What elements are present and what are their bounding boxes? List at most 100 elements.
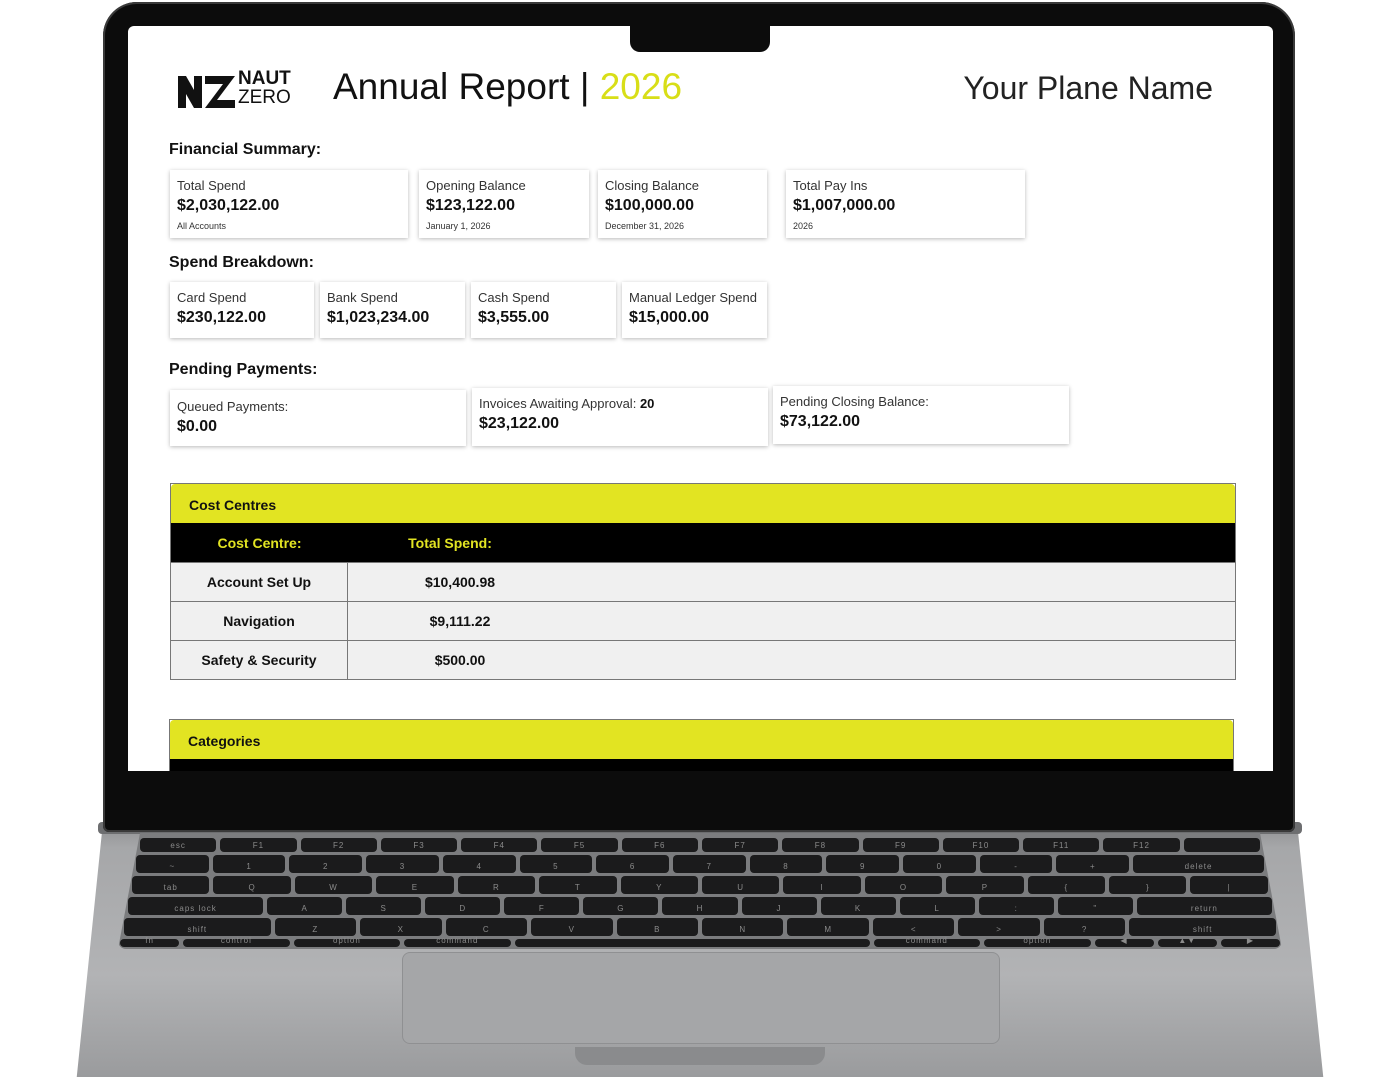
keyboard-key: " bbox=[1057, 897, 1133, 915]
table-row: Account Set Up $10,400.98 bbox=[171, 562, 1235, 601]
plane-name: Your Plane Name bbox=[963, 70, 1213, 106]
keyboard-key: J bbox=[741, 897, 817, 915]
keyboard-row: esc F1 F2 F3 F4 F5 F6 F7 F8 F9 F10 F11 F12 bbox=[140, 838, 1260, 852]
card-value: $23,122.00 bbox=[479, 415, 560, 432]
keyboard-row: shift Z X C V B N M < >? shift bbox=[124, 918, 1276, 936]
row-total-spend: $500.00 bbox=[434, 652, 486, 668]
keyboard-key: L bbox=[899, 897, 975, 915]
row-cost-centre: Safety & Security bbox=[171, 641, 348, 679]
keyboard-key: - bbox=[979, 855, 1053, 873]
row-cost-centre: Account Set Up bbox=[171, 563, 348, 601]
keyboard-key: Q bbox=[213, 876, 291, 894]
keyboard-key: 1 bbox=[212, 855, 286, 873]
brand-top: NAUT bbox=[238, 68, 291, 89]
keyboard-key: O bbox=[864, 876, 943, 894]
keyboard-key: delete bbox=[1133, 855, 1264, 873]
page-title: Annual Report | 2026 bbox=[333, 66, 682, 108]
card-label: Manual Ledger Spend bbox=[629, 290, 757, 305]
categories-header bbox=[170, 759, 1233, 771]
keyboard-key: option bbox=[984, 936, 1091, 947]
keyboard-key: 3 bbox=[366, 855, 439, 873]
row-total-spend: $10,400.98 bbox=[424, 574, 496, 590]
table-header: Cost Centre: Total Spend: bbox=[171, 523, 1235, 562]
keyboard-key: P bbox=[946, 876, 1024, 894]
keyboard-key: K bbox=[820, 897, 896, 915]
cost-centres-title: Cost Centres bbox=[171, 484, 1235, 523]
card-value: $73,122.00 bbox=[780, 413, 861, 430]
manual-ledger-spend-card: Manual Ledger Spend $15,000.00 bbox=[622, 282, 767, 338]
bank-spend-card: Bank Spend $1,023,234.00 bbox=[320, 282, 465, 338]
keyboard-key: H bbox=[662, 897, 738, 915]
card-label: Cash Spend bbox=[478, 290, 550, 305]
invoice-count: 20 bbox=[639, 396, 655, 411]
keyboard-key: W bbox=[294, 876, 373, 894]
keyboard-key: C bbox=[445, 918, 528, 936]
total-spend-card: Total Spend $2,030,122.00 All Accounts bbox=[170, 170, 408, 238]
card-label: Queued Payments: bbox=[177, 399, 289, 414]
brand-bottom: ZERO bbox=[238, 87, 291, 108]
keyboard-key: Y bbox=[620, 876, 698, 894]
card-value: $15,000.00 bbox=[629, 309, 710, 326]
keyboard-key: ~ bbox=[136, 855, 209, 873]
keyboard-key: F12 bbox=[1103, 838, 1180, 852]
card-spend-card: Card Spend $230,122.00 bbox=[170, 282, 314, 338]
laptop-lip bbox=[575, 1047, 825, 1065]
keyboard-key: < bbox=[872, 918, 955, 936]
card-sub: December 31, 2026 bbox=[605, 221, 685, 231]
card-value: $0.00 bbox=[177, 418, 218, 435]
financial-summary-heading: Financial Summary: bbox=[169, 141, 322, 158]
keyboard-key: S bbox=[346, 897, 422, 915]
laptop-screen: NAUT ZERO Annual Report | 2026 Your Plan… bbox=[128, 26, 1273, 771]
card-value: $2,030,122.00 bbox=[177, 197, 280, 214]
keyboard-key: > bbox=[958, 918, 1040, 936]
queued-payments-card: Queued Payments: $0.00 bbox=[170, 390, 466, 446]
brand-wordmark: NAUT ZERO bbox=[238, 69, 291, 107]
keyboard-key: caps lock bbox=[128, 897, 264, 915]
opening-balance-card: Opening Balance $123,122.00 January 1, 2… bbox=[419, 170, 589, 238]
keyboard-key: : bbox=[978, 897, 1054, 915]
keyboard-key: control bbox=[183, 936, 290, 947]
card-sub: 2026 bbox=[793, 221, 814, 231]
keyboard-key: V bbox=[531, 918, 613, 936]
keyboard-key: N bbox=[701, 918, 784, 936]
keyboard-key: F4 bbox=[461, 838, 538, 852]
keyboard-key: F10 bbox=[942, 838, 1020, 852]
keyboard-key: 7 bbox=[672, 855, 746, 873]
pending-closing-balance-card: Pending Closing Balance: $73,122.00 bbox=[773, 386, 1069, 444]
keyboard-key: X bbox=[360, 918, 442, 936]
card-value: $1,007,000.00 bbox=[793, 197, 896, 214]
title-prefix: Annual Report | bbox=[333, 66, 590, 107]
keyboard-key: | bbox=[1190, 876, 1268, 894]
keyboard-key: } bbox=[1109, 876, 1187, 894]
keyboard-key: 6 bbox=[596, 855, 669, 873]
cash-spend-card: Cash Spend $3,555.00 bbox=[471, 282, 616, 338]
keyboard-key: F6 bbox=[621, 838, 698, 852]
keyboard-key: return bbox=[1136, 897, 1272, 915]
nautzero-logo-icon bbox=[178, 76, 235, 108]
keyboard-key: { bbox=[1027, 876, 1106, 894]
card-value: $123,122.00 bbox=[426, 197, 515, 214]
card-label: Invoices Awaiting Approval: 20 bbox=[479, 396, 761, 411]
keyboard-key: F1 bbox=[220, 838, 297, 852]
categories-table: Categories bbox=[169, 719, 1234, 771]
row-cost-centre: Navigation bbox=[171, 602, 348, 640]
table-row: Navigation $9,111.22 bbox=[171, 601, 1235, 640]
keyboard-key: command bbox=[873, 936, 981, 947]
keyboard-key: esc bbox=[140, 838, 217, 852]
keyboard-key: 8 bbox=[749, 855, 823, 873]
closing-balance-card: Closing Balance $100,000.00 December 31,… bbox=[598, 170, 767, 238]
card-value: $230,122.00 bbox=[177, 309, 266, 326]
keyboard-key: A bbox=[267, 897, 343, 915]
row-total-spend: $9,111.22 bbox=[429, 613, 491, 629]
header-total-spend: Total Spend: bbox=[408, 534, 492, 551]
camera-notch bbox=[630, 26, 770, 52]
spend-breakdown-heading: Spend Breakdown: bbox=[169, 254, 314, 271]
card-value: $100,000.00 bbox=[605, 197, 694, 214]
keyboard-key: R bbox=[457, 876, 536, 894]
card-label: Card Spend bbox=[177, 290, 247, 305]
keyboard-key: F3 bbox=[380, 838, 458, 852]
keyboard-key: F8 bbox=[782, 838, 859, 852]
keyboard-key: shift bbox=[1129, 918, 1276, 936]
keyboard-key: option bbox=[293, 936, 401, 947]
keyboard-key: command bbox=[404, 936, 511, 947]
